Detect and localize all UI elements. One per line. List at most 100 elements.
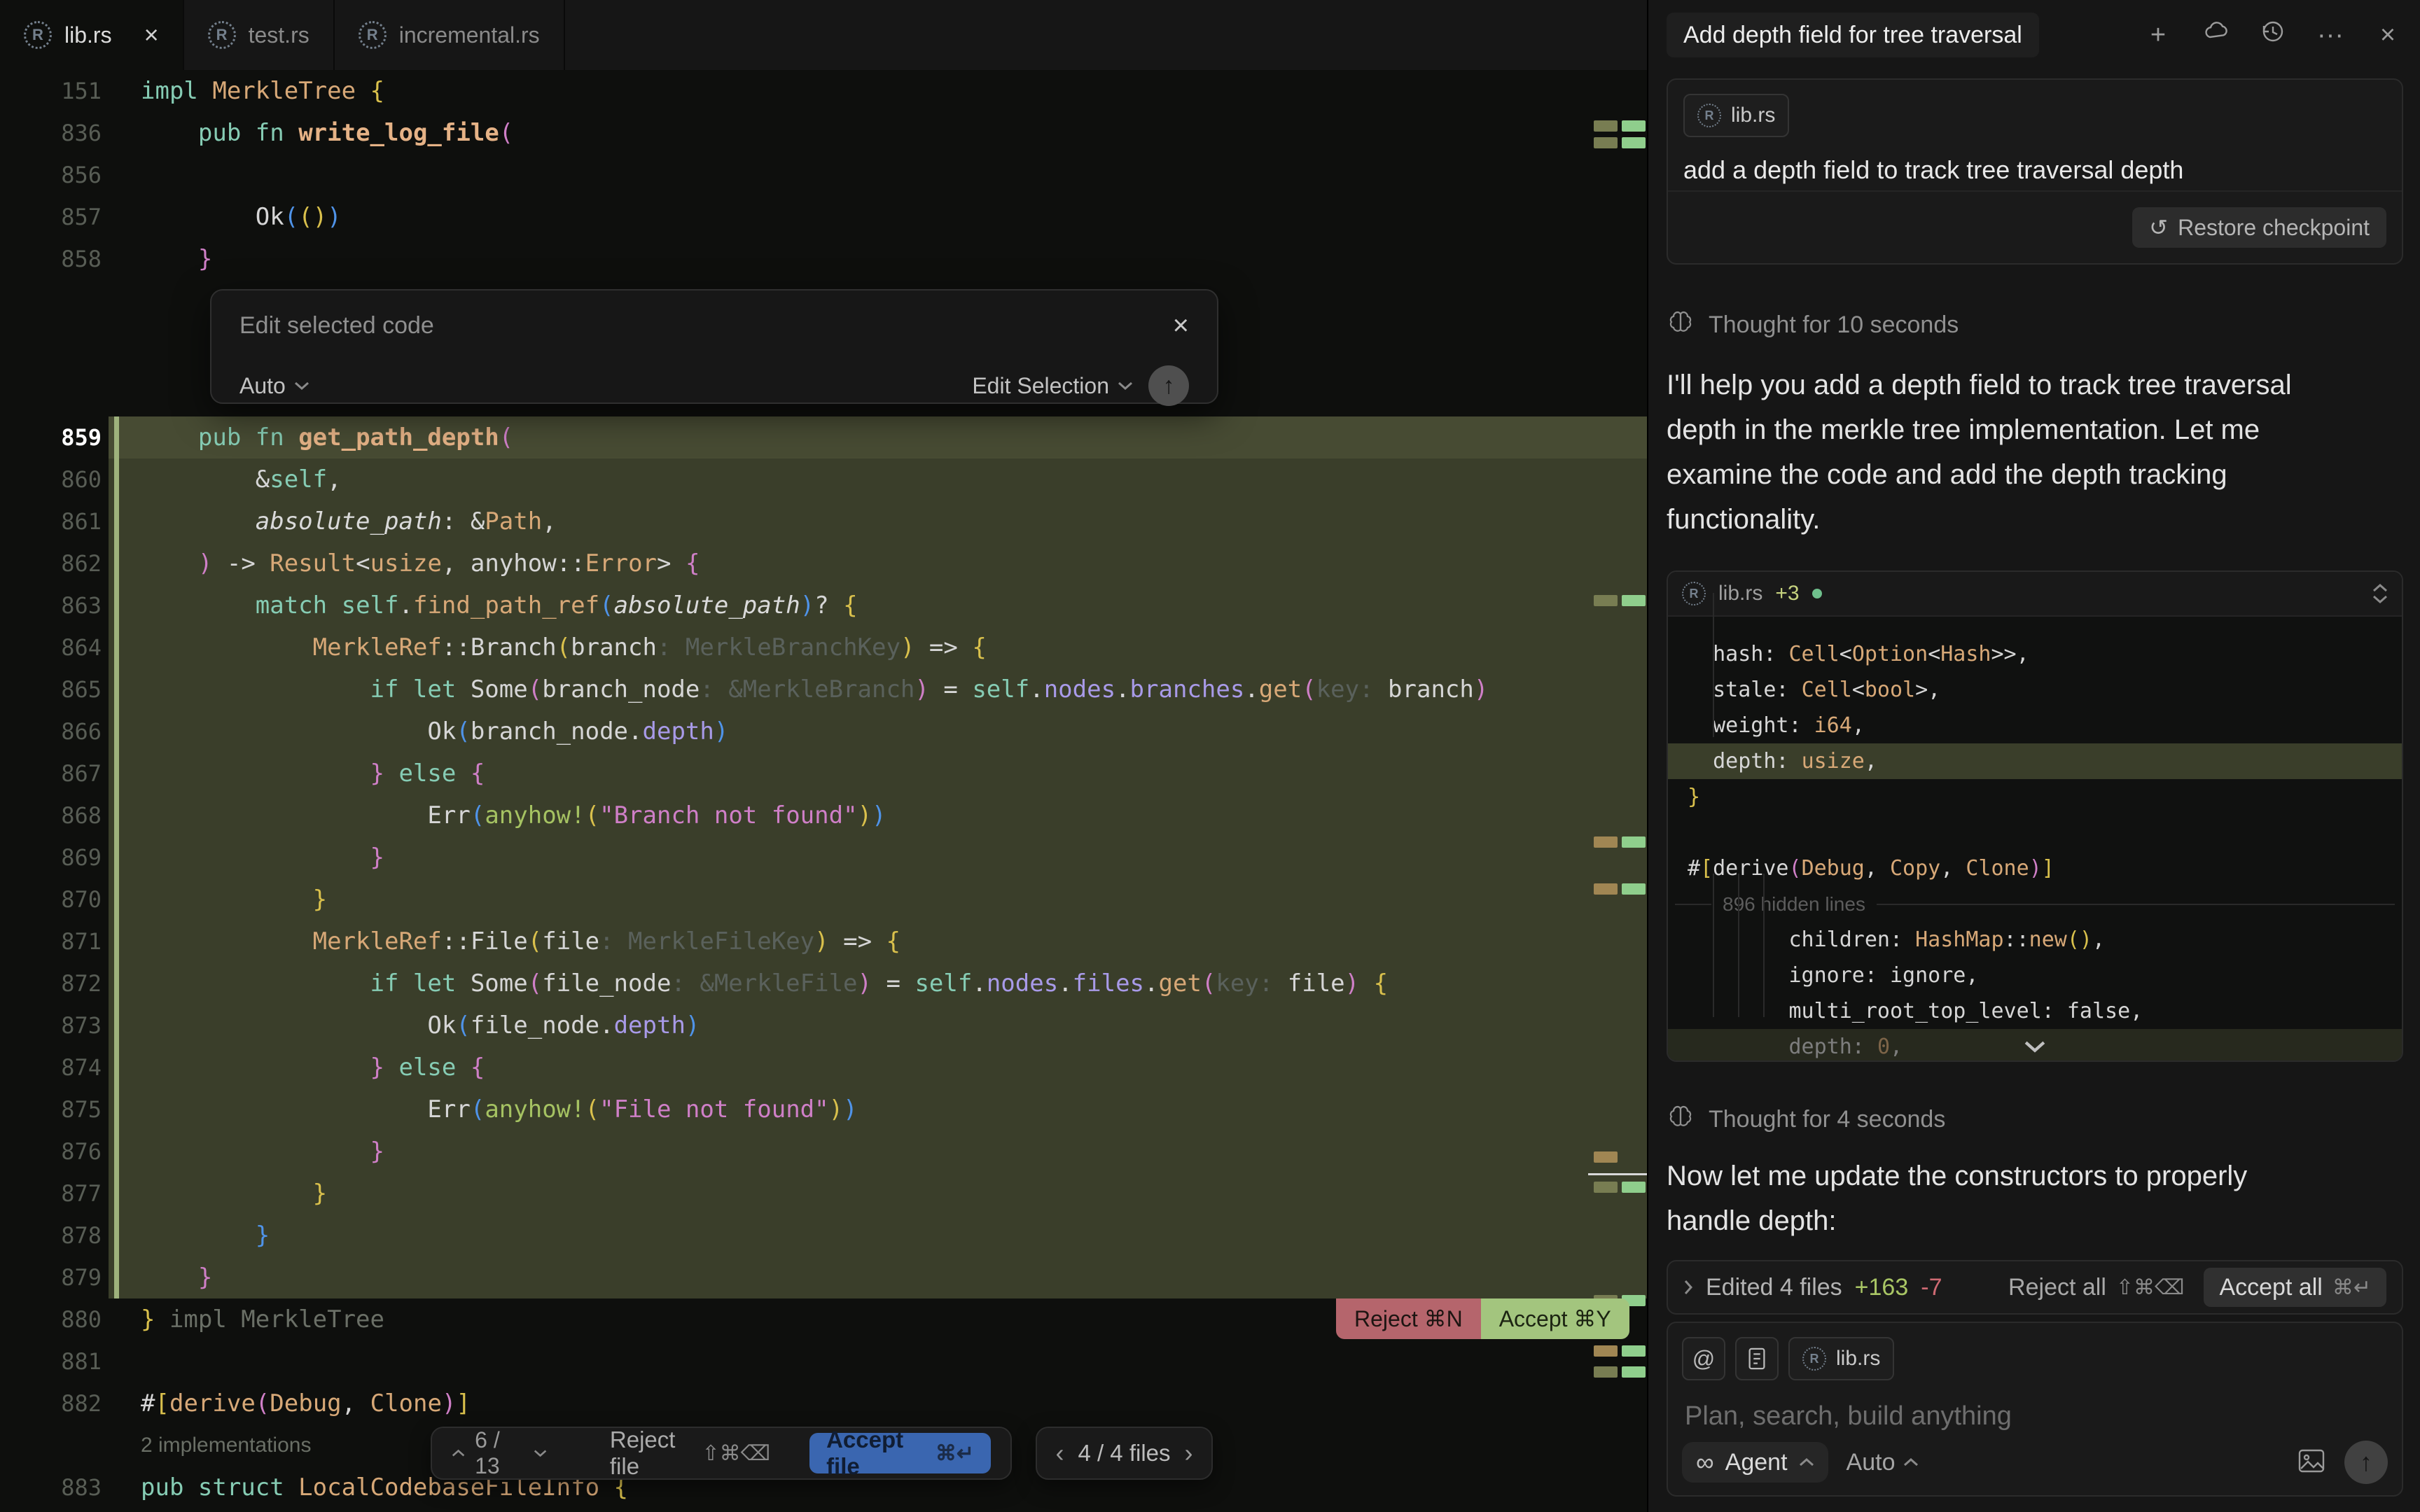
indent-guide bbox=[1713, 874, 1714, 1017]
accept-file-button[interactable]: Accept file ⌘↵ bbox=[809, 1433, 991, 1474]
code-line-862[interactable]: 862 ) -> Result<usize, anyhow::Error> { bbox=[0, 542, 1647, 584]
accept-all-button[interactable]: Accept all ⌘↵ bbox=[2204, 1268, 2386, 1307]
code-line-878[interactable]: 878 } bbox=[0, 1214, 1647, 1256]
code-line-882[interactable]: 882#[derive(Debug, Clone)] bbox=[0, 1382, 1647, 1424]
line-number: 857 bbox=[0, 196, 109, 238]
code-line-870[interactable]: 870 } bbox=[0, 878, 1647, 920]
diff-marker bbox=[1622, 1345, 1646, 1357]
context-file-chip[interactable]: R lib.rs bbox=[1683, 94, 1789, 137]
next-hunk-icon[interactable] bbox=[534, 1448, 547, 1458]
diff-marker bbox=[1594, 1152, 1618, 1163]
rust-icon: R bbox=[24, 21, 52, 49]
attach-image-icon[interactable] bbox=[2297, 1446, 2326, 1479]
code-line-869[interactable]: 869 } bbox=[0, 836, 1647, 878]
message-input-card: @ R lib.rs Plan, search, build anything … bbox=[1667, 1322, 2403, 1497]
thought-row[interactable]: Thought for 4 seconds bbox=[1667, 1102, 1945, 1137]
restore-checkpoint-button[interactable]: ↺ Restore checkpoint bbox=[2132, 207, 2386, 248]
code-line-867[interactable]: 867 } else { bbox=[0, 752, 1647, 794]
code-line-871[interactable]: 871 MerkleRef::File(file: MerkleFileKey)… bbox=[0, 920, 1647, 962]
divider bbox=[1668, 190, 2402, 192]
prev-file-icon[interactable]: ‹ bbox=[1055, 1438, 1064, 1468]
model-dropdown[interactable]: Auto bbox=[239, 373, 310, 399]
code-line-151[interactable]: 151impl MerkleTree { bbox=[0, 70, 1647, 112]
line-number: 883 bbox=[0, 1466, 109, 1508]
code-line-863[interactable]: 863 match self.find_path_ref(absolute_pa… bbox=[0, 584, 1647, 626]
user-message[interactable]: add a depth field to track tree traversa… bbox=[1683, 155, 2386, 185]
tab-test.rs[interactable]: Rtest.rs bbox=[184, 0, 335, 70]
code-editor[interactable]: 151impl MerkleTree {836 pub fn write_log… bbox=[0, 70, 1647, 1512]
reject-all-button[interactable]: Reject all ⇧⌘⌫ bbox=[2008, 1274, 2184, 1301]
edit-selected-code-dialog: Edit selected code × Auto Edit Selection… bbox=[210, 289, 1218, 404]
code-line-864[interactable]: 864 MerkleRef::Branch(branch: MerkleBran… bbox=[0, 626, 1647, 668]
model-dropdown[interactable]: Auto bbox=[1847, 1449, 1919, 1476]
line-number: 881 bbox=[0, 1340, 109, 1382]
close-tab-icon[interactable]: × bbox=[144, 20, 159, 50]
reject-hunk-button[interactable]: Reject ⌘N bbox=[1336, 1298, 1481, 1339]
next-file-icon[interactable]: › bbox=[1185, 1438, 1193, 1468]
mention-button[interactable]: @ bbox=[1682, 1337, 1725, 1380]
line-number: 859 bbox=[0, 416, 109, 458]
code-line-877[interactable]: 877 } bbox=[0, 1172, 1647, 1214]
code-line-859[interactable]: 859 pub fn get_path_depth( bbox=[0, 416, 1647, 458]
diff-card-header[interactable]: R lib.rs +3 bbox=[1668, 572, 2402, 617]
context-file-chip[interactable]: R lib.rs bbox=[1788, 1337, 1894, 1380]
edit-selection-dropdown[interactable]: Edit Selection bbox=[972, 373, 1133, 399]
code-line-865[interactable]: 865 if let Some(branch_node: &MerkleBran… bbox=[0, 668, 1647, 710]
code-line-874[interactable]: 874 } else { bbox=[0, 1046, 1647, 1088]
rust-icon: R bbox=[359, 21, 387, 49]
hidden-lines-divider[interactable]: 896 hidden lines bbox=[1668, 886, 2402, 922]
code-line-872[interactable]: 872 if let Some(file_node: &MerkleFile) … bbox=[0, 962, 1647, 1004]
thread-title[interactable]: Add depth field for tree traversal bbox=[1667, 13, 2039, 57]
code-line-836[interactable]: 836 pub fn write_log_file( bbox=[0, 112, 1647, 154]
code-line-881[interactable]: 881 bbox=[0, 1340, 1647, 1382]
line-number: 856 bbox=[0, 154, 109, 196]
cloud-icon[interactable] bbox=[2200, 18, 2231, 52]
tab-lib.rs[interactable]: Rlib.rs× bbox=[0, 0, 184, 70]
assistant-text: Now let me update the constructors to pr… bbox=[1667, 1154, 2395, 1243]
history-icon[interactable] bbox=[2258, 18, 2288, 52]
diff-marker bbox=[1594, 1366, 1618, 1378]
new-thread-icon[interactable]: + bbox=[2143, 20, 2174, 50]
diff-added-count: +3 bbox=[1775, 582, 1799, 606]
chevron-right-icon[interactable] bbox=[1683, 1280, 1693, 1295]
diff-marker bbox=[1622, 1366, 1646, 1378]
code-line-875[interactable]: 875 Err(anyhow!("File not found")) bbox=[0, 1088, 1647, 1130]
close-panel-icon[interactable]: × bbox=[2372, 20, 2403, 50]
send-button[interactable]: ↑ bbox=[2344, 1441, 2388, 1484]
code-line-857[interactable]: 857 Ok(()) bbox=[0, 196, 1647, 238]
agent-mode-dropdown[interactable]: ∞ Agent bbox=[1682, 1442, 1828, 1483]
edit-dialog-placeholder[interactable]: Edit selected code bbox=[239, 312, 434, 340]
diff-code[interactable]: hash: Cell<Option<Hash>>, stale: Cell<bo… bbox=[1668, 617, 2402, 1062]
diff-code-line: #[derive(Debug, Copy, Clone)] bbox=[1668, 850, 2402, 886]
brain-icon bbox=[1667, 1102, 1695, 1137]
scroll-down-icon[interactable] bbox=[2023, 1040, 2047, 1054]
chevron-up-icon bbox=[1903, 1457, 1919, 1467]
line-number: 866 bbox=[0, 710, 109, 752]
code-line-858[interactable]: 858 } bbox=[0, 238, 1647, 280]
accept-hunk-button[interactable]: Accept ⌘Y bbox=[1481, 1298, 1629, 1339]
code-line-860[interactable]: 860 &self, bbox=[0, 458, 1647, 500]
indent-guide bbox=[1738, 874, 1739, 1017]
code-line-861[interactable]: 861 absolute_path: &Path, bbox=[0, 500, 1647, 542]
code-line-868[interactable]: 868 Err(anyhow!("Branch not found")) bbox=[0, 794, 1647, 836]
prev-hunk-icon[interactable] bbox=[452, 1448, 465, 1458]
thought-row[interactable]: Thought for 10 seconds bbox=[1667, 308, 1959, 342]
code-line-876[interactable]: 876 } bbox=[0, 1130, 1647, 1172]
code-line-866[interactable]: 866 Ok(branch_node.depth) bbox=[0, 710, 1647, 752]
line-number: 878 bbox=[0, 1214, 109, 1256]
line-number: 870 bbox=[0, 878, 109, 920]
attach-file-button[interactable] bbox=[1735, 1337, 1779, 1380]
code-line-856[interactable]: 856 bbox=[0, 154, 1647, 196]
line-number: 875 bbox=[0, 1088, 109, 1130]
more-options-icon[interactable]: ··· bbox=[2315, 20, 2346, 50]
message-input[interactable]: Plan, search, build anything bbox=[1685, 1401, 2402, 1432]
submit-edit-button[interactable]: ↑ bbox=[1148, 365, 1189, 406]
reject-file-button[interactable]: Reject file ⇧⌘⌫ bbox=[610, 1427, 770, 1480]
diff-code-line: ignore: ignore, bbox=[1668, 958, 2402, 993]
expand-icon[interactable] bbox=[2372, 583, 2388, 604]
code-line-879[interactable]: 879 } bbox=[0, 1256, 1647, 1298]
diff-marker bbox=[1622, 883, 1646, 895]
tab-incremental.rs[interactable]: Rincremental.rs bbox=[335, 0, 565, 70]
code-line-873[interactable]: 873 Ok(file_node.depth) bbox=[0, 1004, 1647, 1046]
close-icon[interactable]: × bbox=[1173, 310, 1189, 342]
